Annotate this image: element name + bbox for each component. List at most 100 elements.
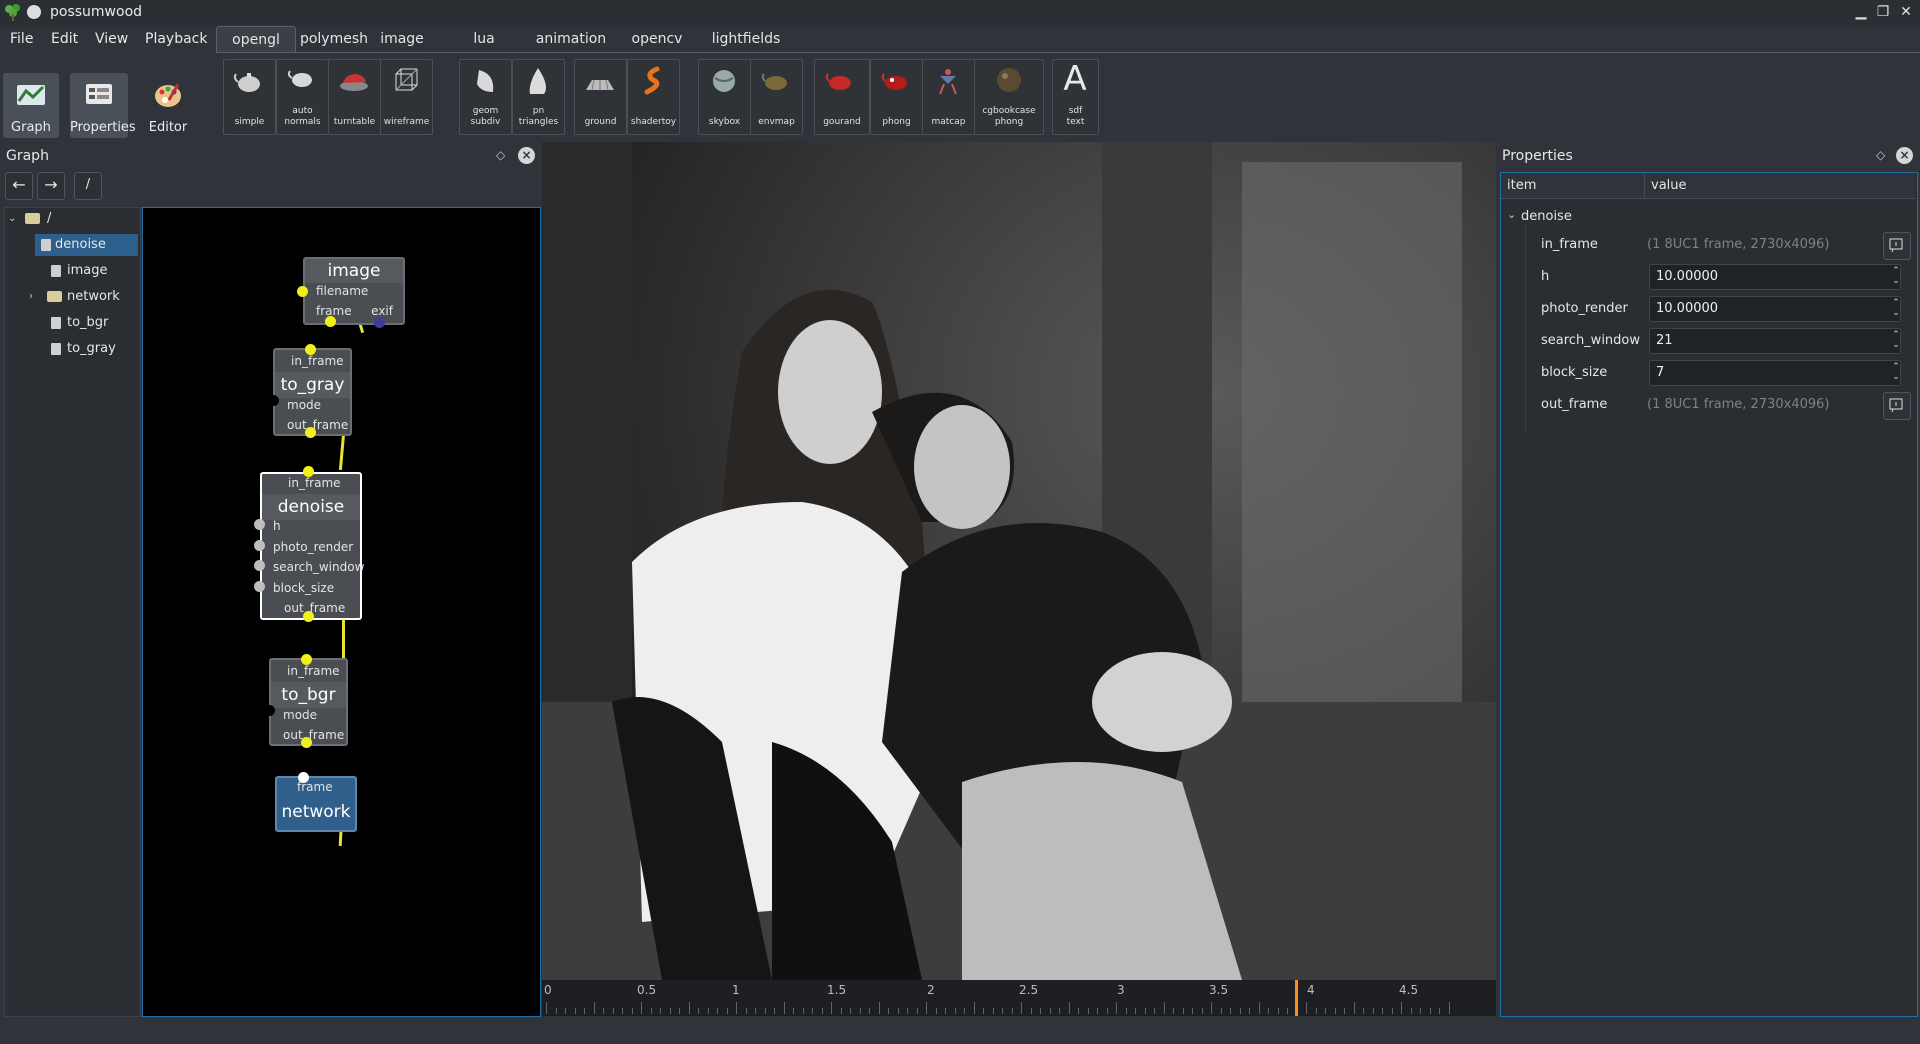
port-mode[interactable] <box>268 395 279 406</box>
tab-lua[interactable]: lua <box>462 26 506 52</box>
chevron-down-icon[interactable]: ⌄ <box>8 208 16 230</box>
menu-file[interactable]: File <box>10 31 33 47</box>
node-network[interactable]: frame network <box>275 776 357 832</box>
port-out-frame[interactable] <box>301 737 312 748</box>
chevron-down-icon[interactable]: ⌄ <box>1507 208 1516 221</box>
timeline-tick <box>612 1008 614 1014</box>
tree-item-to-bgr[interactable]: to_bgr <box>5 312 138 334</box>
shelf-cgbookcase-phong-button[interactable]: cgbookcase phong <box>974 59 1044 135</box>
port-in-frame[interactable] <box>303 466 314 477</box>
shelf-geom-subdiv-button[interactable]: geom subdiv <box>459 59 512 135</box>
tree-item-image[interactable]: image <box>5 260 138 282</box>
node-to-gray[interactable]: in_frame to_gray mode out_frame <box>273 348 352 436</box>
shelf-shadertoy-label: shadertoy <box>630 117 677 127</box>
port-in-frame[interactable] <box>301 654 312 665</box>
tree-item-to-gray[interactable]: to_gray <box>5 338 138 360</box>
shelf-shadertoy-button[interactable]: shadertoy <box>627 59 680 135</box>
minimize-button[interactable]: ▁ <box>1852 3 1870 21</box>
shelf-matcap-button[interactable]: matcap <box>922 59 975 135</box>
tab-lightfields[interactable]: lightfields <box>700 26 792 52</box>
port-frame-out[interactable] <box>325 316 336 327</box>
port-photo-render[interactable] <box>254 540 265 551</box>
opengl-viewport[interactable] <box>542 142 1496 980</box>
spin-arrows-icon[interactable]: ⌃ ⌄ <box>1891 362 1901 382</box>
node-denoise[interactable]: in_frame denoise h photo_render search_w… <box>260 472 364 620</box>
graph-toggle-button[interactable]: Graph <box>3 73 59 138</box>
port-exif-out[interactable] <box>374 317 385 328</box>
maximize-button[interactable]: ❐ <box>1874 3 1892 21</box>
envmap-teapot-icon <box>761 73 787 90</box>
close-button[interactable]: ✕ <box>1897 3 1915 21</box>
path-root-button[interactable]: / <box>74 172 102 200</box>
shelf-wireframe-button[interactable]: wireframe <box>380 59 433 135</box>
port-mode[interactable] <box>264 705 275 716</box>
search-window-spinbox[interactable]: 21 <box>1649 328 1901 354</box>
editor-toggle-button[interactable]: Editor <box>140 73 196 138</box>
property-name: block_size <box>1541 365 1608 380</box>
port-h[interactable] <box>254 519 265 530</box>
shelf-phong-button[interactable]: phong <box>870 59 923 135</box>
h-spinbox[interactable]: 10.00000 <box>1649 264 1901 290</box>
column-header-item[interactable]: item <box>1501 173 1645 199</box>
port-out-frame[interactable] <box>305 427 316 438</box>
inspect-in-frame-button[interactable] <box>1883 232 1911 260</box>
menu-view[interactable]: View <box>95 31 128 47</box>
spin-arrows-icon[interactable]: ⌃ ⌄ <box>1891 298 1901 318</box>
block-size-spinbox[interactable]: 7 <box>1649 360 1901 386</box>
timeline-label: 1.5 <box>827 983 847 997</box>
chevron-right-icon[interactable]: › <box>29 286 33 308</box>
port-in-frame[interactable] <box>305 344 316 355</box>
shelf-ground-button[interactable]: ground <box>574 59 627 135</box>
tab-polymesh[interactable]: polymesh <box>296 26 372 52</box>
timeline-tick <box>1344 1008 1345 1014</box>
port-label-in-frame: in_frame <box>287 664 340 678</box>
shelf-gourand-button[interactable]: gourand <box>814 59 870 135</box>
shelf-skybox-button[interactable]: skybox <box>698 59 751 135</box>
tree-item-denoise[interactable]: denoise <box>35 234 138 256</box>
shelf-sdf-text-label: sdf text <box>1066 106 1085 127</box>
timeline-tick <box>802 1008 804 1014</box>
tree-item-root[interactable]: ⌄ / <box>5 208 138 230</box>
menu-playback[interactable]: Playback <box>145 31 207 47</box>
port-block-size[interactable] <box>254 581 265 592</box>
node-graph-canvas[interactable]: image filename frame exif in_frame to_gr… <box>142 207 541 1017</box>
forward-button[interactable]: → <box>37 172 65 200</box>
timeline-tick <box>669 1008 671 1014</box>
playback-timeline[interactable]: 0 0.5 1 1.5 2 2.5 3 3.5 4 4.5 <box>542 980 1496 1016</box>
tree-item-network[interactable]: › network <box>5 286 138 308</box>
tab-animation[interactable]: animation <box>528 26 614 52</box>
property-row-search-window: search_window 21 ⌃ ⌄ <box>1501 325 1915 357</box>
timeline-cursor[interactable] <box>1294 980 1298 1016</box>
inspect-out-frame-button[interactable] <box>1883 392 1911 420</box>
node-image[interactable]: image filename frame exif <box>303 257 405 325</box>
shelf-turntable-button[interactable]: turntable <box>328 59 381 135</box>
shelf-auto-normals-button[interactable]: auto normals <box>276 59 329 135</box>
property-value-info: (1 8UC1 frame, 2730x4096) <box>1647 397 1830 412</box>
window-menu-icon[interactable] <box>27 5 41 19</box>
port-frame-in[interactable] <box>298 772 309 783</box>
timeline-tick <box>783 1002 785 1014</box>
float-icon[interactable]: ◇ <box>496 148 505 162</box>
float-icon[interactable]: ◇ <box>1876 148 1885 162</box>
graph-dock-close-icon[interactable]: × <box>518 147 535 164</box>
shelf-envmap-button[interactable]: envmap <box>750 59 803 135</box>
shelf-pn-triangles-button[interactable]: pn triangles <box>512 59 565 135</box>
back-button[interactable]: ← <box>5 172 33 200</box>
spin-arrows-icon[interactable]: ⌃ ⌄ <box>1891 266 1901 286</box>
column-header-value[interactable]: value <box>1645 173 1915 199</box>
properties-toggle-button[interactable]: Properties <box>70 73 136 138</box>
tab-opengl[interactable]: opengl <box>216 26 296 53</box>
port-search-window[interactable] <box>254 560 265 571</box>
shelf-simple-button[interactable]: simple <box>223 59 276 135</box>
tab-image[interactable]: image <box>374 26 430 52</box>
photo-render-spinbox[interactable]: 10.00000 <box>1649 296 1901 322</box>
timeline-tick <box>888 1008 889 1014</box>
tab-opencv[interactable]: opencv <box>624 26 690 52</box>
port-filename[interactable] <box>297 286 308 297</box>
menu-edit[interactable]: Edit <box>51 31 78 47</box>
spin-arrows-icon[interactable]: ⌃ ⌄ <box>1891 330 1901 350</box>
shelf-sdf-text-button[interactable]: A sdf text <box>1052 59 1099 135</box>
port-out-frame[interactable] <box>303 611 314 622</box>
properties-dock-close-icon[interactable]: × <box>1896 147 1913 164</box>
node-to-bgr[interactable]: in_frame to_bgr mode out_frame <box>269 658 348 746</box>
